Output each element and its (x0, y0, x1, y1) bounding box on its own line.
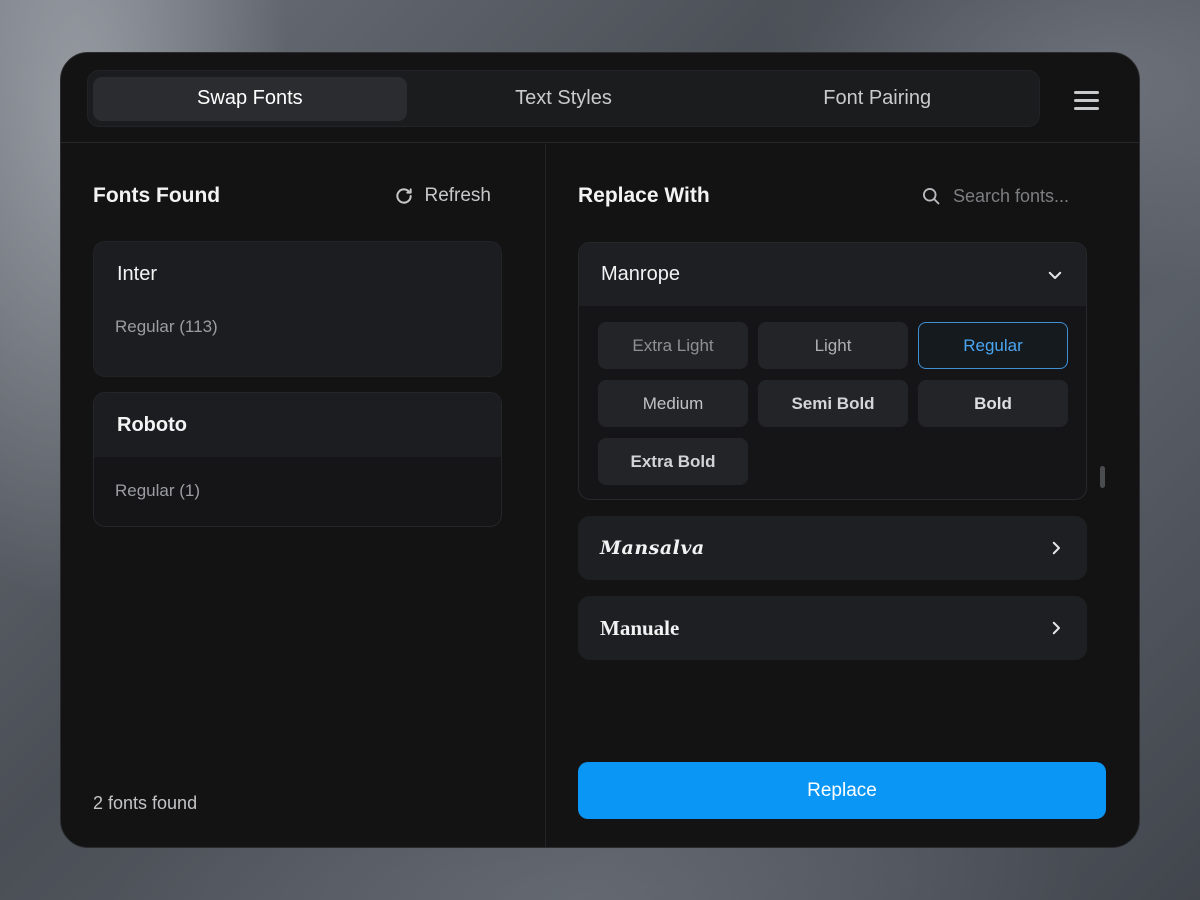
weight-medium[interactable]: Medium (598, 380, 748, 427)
replace-button[interactable]: Replace (578, 762, 1106, 819)
chevron-down-icon (1048, 271, 1062, 279)
font-family-manuale[interactable]: Manuale (578, 596, 1087, 660)
top-bar: Swap Fonts Text Styles Font Pairing (61, 53, 1139, 143)
scrollbar-thumb[interactable] (1100, 466, 1105, 488)
weight-extra-light[interactable]: Extra Light (598, 322, 748, 369)
hamburger-menu-icon[interactable] (1066, 83, 1106, 117)
tab-swap-fonts[interactable]: Swap Fonts (93, 76, 407, 121)
weight-light[interactable]: Light (758, 322, 908, 369)
fonts-found-title: Fonts Found (93, 184, 221, 207)
font-name: Roboto (94, 393, 501, 457)
fonts-found-header: Fonts Found Refresh (93, 180, 491, 212)
refresh-icon (396, 188, 413, 204)
search-icon (923, 188, 940, 205)
font-card-roboto[interactable]: Roboto Regular (1) (93, 392, 502, 527)
refresh-button[interactable]: Refresh (394, 185, 491, 207)
tab-font-pairing[interactable]: Font Pairing (720, 77, 1034, 121)
weight-semi-bold[interactable]: Semi Bold (758, 380, 908, 427)
weight-regular[interactable]: Regular (918, 322, 1068, 369)
font-usage: Regular (113) (115, 317, 218, 336)
family-name: Mansalva (600, 537, 705, 559)
weight-bold[interactable]: Bold (918, 380, 1068, 427)
panel-divider (545, 144, 546, 847)
family-name: Manrope (601, 263, 680, 285)
family-header-manrope[interactable]: Manrope (579, 243, 1086, 306)
weight-extra-bold[interactable]: Extra Bold (598, 438, 748, 485)
refresh-label: Refresh (424, 185, 491, 206)
app-window: Swap Fonts Text Styles Font Pairing Font… (60, 52, 1140, 848)
family-name: Manuale (600, 615, 680, 640)
font-name: Inter (117, 262, 158, 285)
search-input[interactable] (953, 185, 1088, 207)
font-usage: Regular (1) (115, 481, 201, 500)
fonts-found-count: 2 fonts found (93, 793, 198, 813)
weight-grid: Extra Light Light Regular Medium Semi Bo… (598, 322, 1068, 485)
tab-text-styles[interactable]: Text Styles (407, 77, 721, 121)
font-family-mansalva[interactable]: Mansalva (578, 516, 1087, 580)
replace-with-title: Replace With (578, 184, 710, 207)
replace-with-header: Replace With (578, 180, 1088, 212)
font-card-inter[interactable]: Inter Regular (113) (93, 241, 502, 377)
chevron-right-icon (1052, 541, 1060, 555)
font-family-manrope: Manrope Extra Light Light Regular Medium… (578, 242, 1087, 500)
tab-bar: Swap Fonts Text Styles Font Pairing (87, 70, 1040, 127)
chevron-right-icon (1052, 621, 1060, 635)
search-box (921, 185, 1088, 207)
